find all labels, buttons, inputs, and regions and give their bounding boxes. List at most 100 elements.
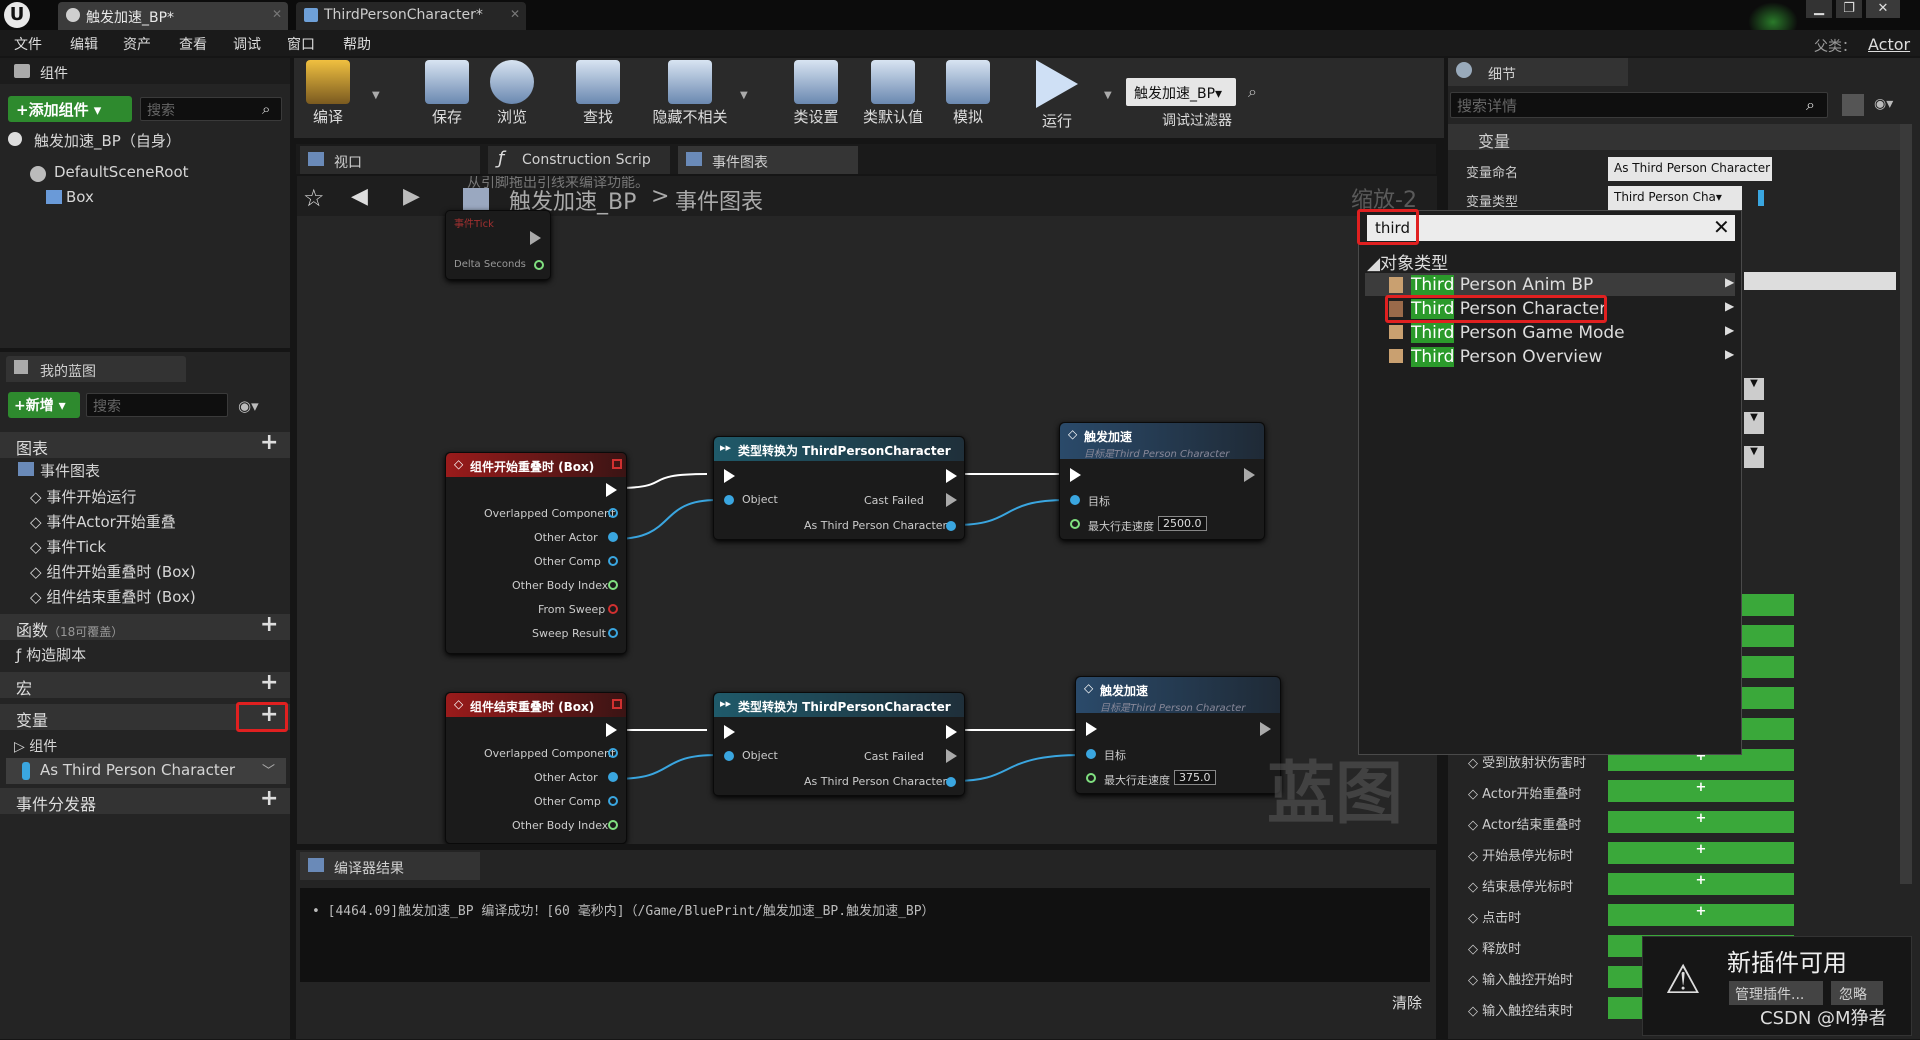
blueprint-search-input[interactable]: 搜索 — [86, 393, 228, 417]
add-event-button[interactable]: + — [1608, 811, 1794, 833]
eye-icon[interactable]: ◉▾ — [1874, 96, 1893, 112]
speed-value-input[interactable]: 375.0 — [1174, 770, 1216, 785]
chevron-down-icon[interactable]: ▼ — [1744, 446, 1764, 468]
event-item[interactable]: ◇ 组件结束重叠时 (Box) — [30, 586, 196, 607]
restore-icon[interactable]: ❐ — [1836, 0, 1862, 18]
add-event-button[interactable]: + — [1608, 780, 1794, 802]
menu-view[interactable]: 查看 — [179, 34, 207, 54]
other-actor-pin[interactable] — [608, 772, 618, 782]
exec-out-pin[interactable] — [946, 469, 957, 483]
back-arrow-icon[interactable]: ◀ — [351, 184, 368, 209]
other-body-index-pin[interactable] — [608, 580, 618, 590]
add-function-icon[interactable]: + — [260, 612, 278, 637]
event-item[interactable]: ◇ 事件Actor开始重叠 — [30, 511, 176, 532]
chevron-down-icon[interactable]: ▼ — [1744, 378, 1764, 400]
menu-window[interactable]: 窗口 — [287, 34, 315, 54]
target-pin[interactable] — [1086, 749, 1096, 759]
object-pin[interactable] — [724, 751, 734, 761]
exec-out-pin[interactable] — [606, 723, 617, 737]
default-scene-root[interactable]: DefaultSceneRoot — [54, 163, 189, 181]
cast-node[interactable]: 类型转换为 ThirdPersonCharacter ▸▸ Object Cas… — [713, 436, 965, 540]
cast-failed-pin[interactable] — [946, 749, 957, 763]
save-button[interactable]: 保存 — [412, 60, 482, 127]
speed-pin[interactable] — [1086, 773, 1096, 783]
exec-in-pin[interactable] — [1086, 722, 1097, 736]
class-defaults-button[interactable]: 类默认值 — [858, 60, 928, 127]
event-item[interactable]: ◇ 组件开始重叠时 (Box) — [30, 561, 196, 582]
chevron-down-icon[interactable]: ﹀ — [262, 760, 275, 779]
play-button[interactable]: 运行 — [1022, 60, 1092, 131]
as-character-pin[interactable] — [946, 521, 956, 531]
exec-out-pin[interactable] — [606, 483, 617, 497]
simulate-button[interactable]: 模拟 — [933, 60, 1003, 127]
add-component-button[interactable]: +添加组件 ▾ — [8, 96, 132, 122]
close-window-icon[interactable]: ✕ — [1866, 0, 1900, 18]
variable-name[interactable]: As Third Person Character — [40, 761, 235, 779]
other-actor-pin[interactable] — [608, 532, 618, 542]
event-graph-canvas[interactable]: ☆ ◀ ▶ 触发加速_BP > 事件图表 从引脚拖出引线来编译功能。 缩放-2 … — [297, 176, 1437, 844]
compile-button[interactable]: 编译 — [293, 60, 363, 127]
var-type-select[interactable]: Third Person Cha▾ — [1608, 186, 1742, 210]
delegate-pin[interactable] — [612, 459, 622, 469]
from-sweep-pin[interactable] — [608, 604, 618, 614]
menu-edit[interactable]: 编辑 — [70, 34, 98, 54]
event-tick-node[interactable]: 事件Tick Delta Seconds — [445, 210, 551, 280]
details-scrollbar[interactable] — [1900, 124, 1912, 884]
target-pin[interactable] — [1070, 495, 1080, 505]
add-variable-icon[interactable]: + — [260, 702, 278, 727]
add-event-button[interactable]: + — [1608, 842, 1794, 864]
breadcrumb-leaf[interactable]: 事件图表 — [675, 184, 763, 216]
tab-construction-script[interactable]: Construction Scrip — [488, 146, 670, 174]
speed-pin[interactable] — [1070, 519, 1080, 529]
exec-out-pin[interactable] — [1260, 722, 1271, 736]
delegate-pin[interactable] — [612, 699, 622, 709]
variables-details-section[interactable]: 变量 — [1448, 124, 1908, 151]
object-pin[interactable] — [724, 495, 734, 505]
clear-search-icon[interactable]: ✕ — [1713, 215, 1730, 239]
box-component[interactable]: Box — [66, 188, 94, 206]
browse-button[interactable]: 浏览 — [477, 60, 547, 127]
dropdown-arrow-icon[interactable]: ▼ — [1104, 90, 1112, 101]
grid-view-icon[interactable] — [1842, 94, 1864, 116]
exec-out-pin[interactable] — [1244, 468, 1255, 482]
macros-section[interactable]: 宏 — [0, 672, 290, 698]
add-graph-icon[interactable]: + — [260, 430, 278, 455]
minimize-icon[interactable]: ▁ — [1806, 0, 1832, 18]
exec-out-pin[interactable] — [530, 231, 541, 245]
cast-failed-pin[interactable] — [946, 493, 957, 507]
cast-node[interactable]: 类型转换为 ThirdPersonCharacter ▸▸ Object Cas… — [713, 692, 965, 796]
close-icon[interactable]: ✕ — [510, 7, 520, 21]
dropdown-arrow-icon[interactable]: ▼ — [372, 90, 380, 101]
var-name-input[interactable]: As Third Person Character — [1608, 157, 1772, 181]
type-option[interactable]: Third Person Overview ▶ — [1365, 345, 1735, 368]
add-event-button[interactable]: + — [1608, 873, 1794, 895]
parent-class-link[interactable]: Actor — [1868, 35, 1910, 54]
event-item[interactable]: ◇ 事件Tick — [30, 536, 106, 557]
new-button[interactable]: +新增 ▾ — [8, 392, 80, 418]
class-settings-button[interactable]: 类设置 — [781, 60, 851, 127]
chevron-down-icon[interactable]: ▼ — [1744, 412, 1764, 434]
details-search-input[interactable]: 搜索详情 — [1450, 92, 1828, 118]
dropdown-arrow-icon[interactable]: ▼ — [740, 90, 748, 101]
overlapped-component-pin[interactable] — [608, 748, 618, 758]
construction-script-item[interactable]: ƒ 构造脚本 — [16, 644, 86, 665]
compiler-tab[interactable]: 编译器结果 — [300, 852, 480, 880]
tab-event-graph[interactable]: 事件图表 — [678, 146, 858, 174]
tab-trigger-bp[interactable]: 触发加速_BP* ✕ — [58, 2, 288, 30]
tab-viewport[interactable]: 视口 — [300, 146, 480, 174]
event-graph-item[interactable]: 事件图表 — [40, 460, 100, 481]
components-subsection[interactable]: ▷ 组件 — [14, 736, 57, 756]
type-search-input[interactable]: third ✕ — [1367, 215, 1735, 241]
as-character-pin[interactable] — [946, 777, 956, 787]
components-search-input[interactable]: 搜索 — [140, 97, 282, 121]
forward-arrow-icon[interactable]: ▶ — [403, 184, 420, 209]
delta-seconds-pin[interactable] — [534, 260, 544, 270]
ignore-button[interactable]: 忽略 — [1831, 981, 1883, 1005]
graphs-section[interactable]: 图表 — [0, 432, 290, 458]
hide-unrelated-button[interactable]: 隐藏不相关 — [642, 60, 738, 127]
exec-in-pin[interactable] — [1070, 468, 1081, 482]
eye-icon[interactable]: ◉▾ — [238, 397, 259, 415]
add-dispatcher-icon[interactable]: + — [260, 786, 278, 811]
self-item[interactable]: 触发加速_BP（自身） — [34, 130, 181, 151]
speed-value-input[interactable]: 2500.0 — [1158, 516, 1207, 531]
